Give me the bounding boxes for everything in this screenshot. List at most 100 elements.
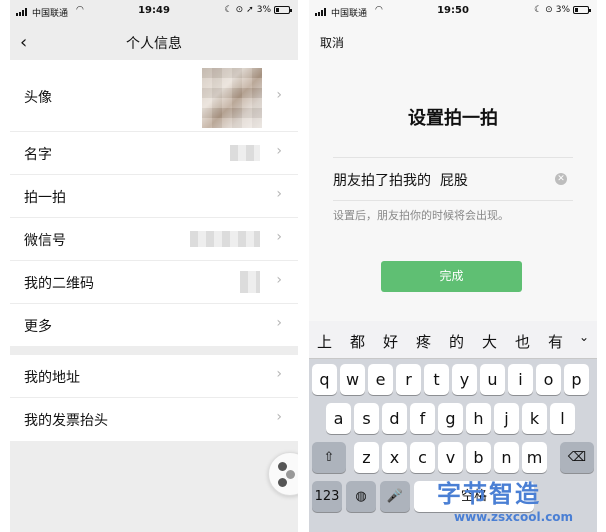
status-bar: 中国联通 ◠ 19:49 ☾ ⊙ ➚ 3% — [10, 0, 298, 24]
shift-key[interactable]: ⇧ — [312, 442, 346, 473]
key[interactable]: x — [382, 442, 407, 473]
done-button[interactable]: 完成 — [381, 261, 522, 292]
row-invoice-title[interactable]: 我的发票抬头 › — [10, 398, 298, 441]
row-avatar[interactable]: 头像 › — [10, 60, 298, 132]
moon-icon: ☾ — [534, 5, 543, 15]
backspace-icon: ⌫ — [567, 450, 587, 465]
row-qr-code[interactable]: 我的二维码 › — [10, 261, 298, 304]
row-wechat-id[interactable]: 微信号 › — [10, 218, 298, 261]
row-label: 更多 — [24, 319, 52, 335]
row-more[interactable]: 更多 › — [10, 304, 298, 347]
moon-icon: ☾ — [224, 5, 233, 15]
key[interactable]: s — [354, 403, 379, 434]
chevron-right-icon: › — [276, 272, 282, 288]
key[interactable]: u — [480, 364, 505, 395]
status-bar: 中国联通 ◠ 19:50 ☾ ⊙ 3% — [309, 0, 597, 24]
row-label: 我的二维码 — [24, 276, 94, 292]
address-list: 我的地址 › 我的发票抬头 › — [10, 355, 298, 441]
chevron-right-icon: › — [276, 143, 282, 159]
globe-icon: ◍ — [355, 489, 367, 504]
chevron-right-icon: › — [276, 186, 282, 202]
key[interactable]: l — [550, 403, 575, 434]
key[interactable]: c — [410, 442, 435, 473]
row-label: 我的地址 — [24, 370, 80, 386]
key[interactable]: q — [312, 364, 337, 395]
lock-rotation-icon: ⊙ — [545, 5, 553, 15]
backspace-key[interactable]: ⌫ — [560, 442, 594, 473]
pat-text-field[interactable]: 朋友拍了拍我的 屁股 ✕ — [333, 157, 573, 201]
chevron-right-icon: › — [276, 409, 282, 425]
key[interactable]: o — [536, 364, 561, 395]
lock-rotation-icon: ⊙ — [235, 5, 244, 15]
floating-assistive-button[interactable] — [268, 452, 298, 496]
battery-percent: 3% — [555, 5, 570, 15]
key[interactable]: t — [424, 364, 449, 395]
row-name[interactable]: 名字 › — [10, 132, 298, 175]
microphone-key[interactable]: 🎤 — [380, 481, 410, 512]
candidate-word[interactable]: 上 — [317, 331, 332, 352]
key[interactable]: z — [354, 442, 379, 473]
avatar — [202, 68, 262, 128]
key[interactable]: e — [368, 364, 393, 395]
chevron-right-icon: › — [276, 229, 282, 245]
row-pat[interactable]: 拍一拍 › — [10, 175, 298, 218]
key[interactable]: n — [494, 442, 519, 473]
profile-list: 头像 › 名字 › 拍一拍 › 微信号 › 我的二维码 › 更多 › — [10, 60, 298, 346]
chevron-right-icon: › — [276, 87, 282, 103]
globe-key[interactable]: ◍ — [346, 481, 376, 512]
key[interactable]: f — [410, 403, 435, 434]
key[interactable]: j — [494, 403, 519, 434]
key[interactable]: m — [522, 442, 547, 473]
watermark-logo: 字节智造 — [437, 480, 541, 508]
key[interactable]: k — [522, 403, 547, 434]
key[interactable]: a — [326, 403, 351, 434]
candidate-word[interactable]: 好 — [383, 331, 398, 352]
clear-icon[interactable]: ✕ — [555, 173, 567, 185]
key[interactable]: h — [466, 403, 491, 434]
battery-percent: 3% — [256, 5, 271, 15]
hint-text: 设置后，朋友拍你的时候将会出现。 — [333, 209, 509, 222]
row-label: 我的发票抬头 — [24, 413, 108, 429]
watermark-url: www.zsxcool.com — [454, 510, 574, 524]
nav-bar: ‹ 个人信息 — [10, 24, 298, 60]
qr-code-icon — [240, 271, 260, 293]
battery-icon — [573, 6, 591, 14]
key[interactable]: i — [508, 364, 533, 395]
key[interactable]: b — [466, 442, 491, 473]
row-label: 头像 — [24, 90, 52, 106]
candidate-word[interactable]: 大 — [482, 331, 497, 352]
chevron-down-icon[interactable]: ⌄ — [579, 330, 589, 344]
key[interactable]: d — [382, 403, 407, 434]
page-title: 个人信息 — [126, 36, 182, 52]
candidate-bar: 上 都 好 疼 的 大 也 有 ⌄ — [309, 321, 597, 359]
page-title: 设置拍一拍 — [408, 108, 498, 129]
numbers-key[interactable]: 123 — [312, 481, 342, 512]
location-icon: ➚ — [246, 5, 254, 15]
chevron-right-icon: › — [276, 315, 282, 331]
candidate-word[interactable]: 有 — [548, 331, 563, 352]
row-label: 拍一拍 — [24, 190, 66, 206]
row-label: 名字 — [24, 147, 52, 163]
key[interactable]: y — [452, 364, 477, 395]
shift-icon: ⇧ — [323, 450, 335, 465]
row-label: 微信号 — [24, 233, 66, 249]
microphone-icon: 🎤 — [386, 489, 404, 504]
key[interactable]: g — [438, 403, 463, 434]
profile-screen: 中国联通 ◠ 19:49 ☾ ⊙ ➚ 3% ‹ 个人信息 头像 › 名字 › 拍… — [10, 0, 298, 532]
candidate-word[interactable]: 也 — [515, 331, 530, 352]
pat-text-value: 朋友拍了拍我的 屁股 — [333, 173, 468, 189]
row-address[interactable]: 我的地址 › — [10, 355, 298, 398]
cancel-button[interactable]: 取消 — [320, 34, 344, 51]
blurred-wechat-id — [190, 231, 260, 247]
candidate-word[interactable]: 的 — [449, 331, 464, 352]
key[interactable]: r — [396, 364, 421, 395]
candidate-word[interactable]: 疼 — [416, 331, 431, 352]
key[interactable]: v — [438, 442, 463, 473]
set-pat-screen: 中国联通 ◠ 19:50 ☾ ⊙ 3% 取消 设置拍一拍 朋友拍了拍我的 屁股 … — [309, 0, 597, 532]
blurred-name — [230, 145, 260, 161]
candidate-word[interactable]: 都 — [350, 331, 365, 352]
key[interactable]: p — [564, 364, 589, 395]
chevron-right-icon: › — [276, 366, 282, 382]
key[interactable]: w — [340, 364, 365, 395]
battery-icon — [274, 6, 292, 14]
